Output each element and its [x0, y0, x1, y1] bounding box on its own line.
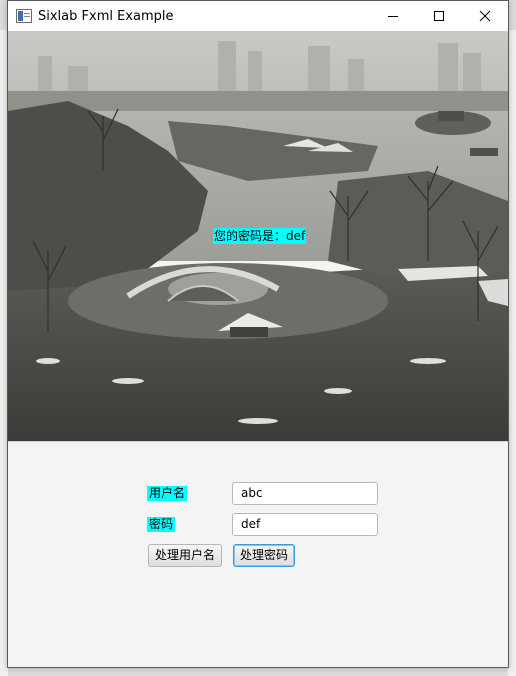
title-bar[interactable]: Sixlab Fxml Example [8, 1, 508, 31]
process-password-button[interactable]: 处理密码 [233, 544, 296, 567]
maximize-button[interactable] [416, 1, 462, 31]
java-app-icon [16, 9, 32, 23]
minimize-icon [388, 16, 398, 17]
snowy-lake-park-photo: 您的密码是：def [8, 31, 508, 441]
password-field[interactable]: def [232, 513, 378, 536]
minimize-button[interactable] [370, 1, 416, 31]
maximize-icon [434, 11, 444, 21]
background-app-edge-right [508, 30, 516, 676]
window-controls [370, 1, 508, 31]
window-content: 您的密码是：def 用户名 abc 密码 def 处理用户名 处理密码 [8, 31, 508, 667]
password-result-label: 您的密码是：def [213, 228, 307, 244]
close-button[interactable] [462, 1, 508, 31]
password-label: 密码 [147, 517, 176, 532]
username-field[interactable]: abc [232, 482, 378, 505]
window-title: Sixlab Fxml Example [38, 8, 174, 24]
divider [8, 441, 508, 442]
process-username-button[interactable]: 处理用户名 [148, 544, 223, 567]
close-icon [479, 10, 491, 22]
username-label: 用户名 [147, 486, 188, 501]
app-window: Sixlab Fxml Example 您的密码是：def 用户名 abc 密码… [7, 0, 509, 668]
